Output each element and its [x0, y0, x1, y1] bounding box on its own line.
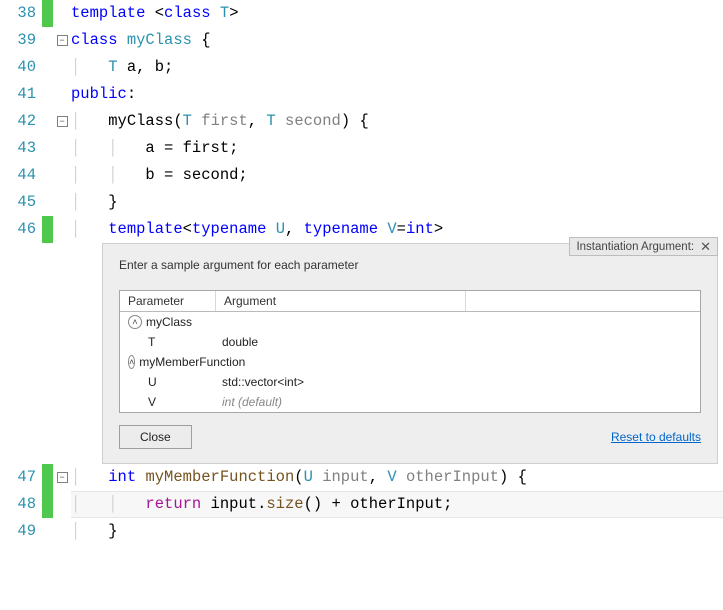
param-name: V [126, 395, 222, 409]
param-name: U [126, 375, 222, 389]
chevron-up-icon[interactable]: ˄ [128, 355, 135, 369]
change-marker [42, 0, 53, 27]
param-row[interactable]: U std::vector<int> [120, 372, 700, 392]
code-line: 43 │ │ a = first; [0, 135, 723, 162]
param-row[interactable]: T double [120, 332, 700, 352]
line-number: 49 [0, 518, 42, 545]
code-line-current: 48 │ │ return input.size() + otherInput; [0, 491, 723, 518]
param-arg[interactable]: int (default) [222, 395, 694, 409]
line-number: 39 [0, 27, 42, 54]
popup-instruction: Enter a sample argument for each paramet… [119, 258, 701, 272]
change-marker [42, 491, 53, 518]
col-parameter: Parameter [120, 291, 216, 311]
outline-gutter [53, 0, 71, 27]
code-line: 41 public: [0, 81, 723, 108]
line-number: 44 [0, 162, 42, 189]
popup-title-bar: Instantiation Argument: ✕ [569, 237, 718, 256]
line-number: 42 [0, 108, 42, 135]
param-row[interactable]: V int (default) [120, 392, 700, 412]
code-line: 49 │ } [0, 518, 723, 545]
code-text: template <class T> [71, 0, 723, 27]
change-marker [42, 216, 53, 243]
popup-title: Instantiation Argument: [576, 241, 694, 253]
close-button[interactable]: Close [119, 425, 192, 449]
col-argument: Argument [216, 291, 466, 311]
line-number: 38 [0, 0, 42, 27]
line-number: 46 [0, 216, 42, 243]
reset-link[interactable]: Reset to defaults [611, 430, 701, 444]
group-row[interactable]: ˄myMemberFunction [120, 352, 700, 372]
line-number: 48 [0, 491, 42, 518]
param-arg[interactable]: double [222, 335, 694, 349]
fold-toggle[interactable]: − [53, 27, 71, 54]
code-line: 40 │ T a, b; [0, 54, 723, 81]
line-number: 41 [0, 81, 42, 108]
code-line: 38 template <class T> [0, 0, 723, 27]
chevron-up-icon[interactable]: ˄ [128, 315, 142, 329]
group-row[interactable]: ˄myClass [120, 312, 700, 332]
code-line: 42 − │ myClass(T first, T second) { [0, 108, 723, 135]
code-editor[interactable]: 38 template <class T> 39 − class myClass… [0, 0, 723, 545]
fold-toggle[interactable]: − [53, 464, 71, 491]
param-arg[interactable]: std::vector<int> [222, 375, 694, 389]
fold-toggle[interactable]: − [53, 108, 71, 135]
code-line: 45 │ } [0, 189, 723, 216]
code-line: 39 − class myClass { [0, 27, 723, 54]
line-number: 40 [0, 54, 42, 81]
close-icon[interactable]: ✕ [700, 240, 711, 253]
line-number: 47 [0, 464, 42, 491]
param-name: T [126, 335, 222, 349]
change-marker [42, 464, 53, 491]
code-line: 47 − │ int myMemberFunction(U input, V o… [0, 464, 723, 491]
line-number: 45 [0, 189, 42, 216]
code-line: 44 │ │ b = second; [0, 162, 723, 189]
instantiation-popup: Instantiation Argument: ✕ Enter a sample… [102, 243, 718, 464]
line-number: 43 [0, 135, 42, 162]
argument-grid[interactable]: Parameter Argument ˄myClass T double ˄my… [119, 290, 701, 413]
grid-header: Parameter Argument [120, 291, 700, 312]
